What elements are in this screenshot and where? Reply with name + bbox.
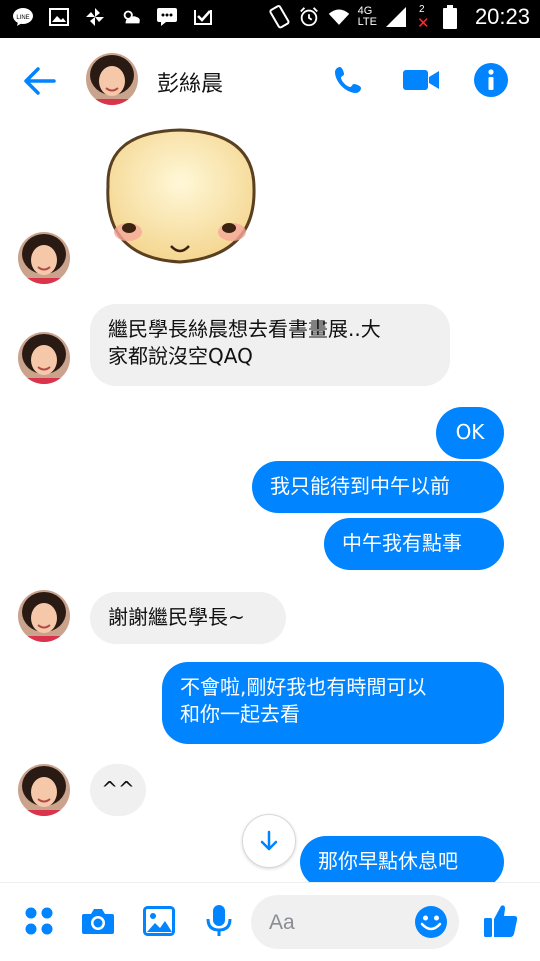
svg-text:LINE: LINE: [16, 15, 29, 21]
sender-avatar[interactable]: [18, 332, 70, 384]
outgoing-message[interactable]: 中午我有點事: [324, 518, 504, 570]
message-line: 和你一起去看: [180, 702, 300, 726]
contact-name[interactable]: 彭絲晨: [157, 66, 223, 98]
weather-icon: [120, 6, 142, 28]
incoming-message[interactable]: 繼民學長絲晨想去看書畫展..大 家都說沒空QAQ: [90, 304, 450, 386]
voice-call-icon[interactable]: [328, 60, 368, 100]
incoming-message[interactable]: ^^: [90, 764, 146, 816]
contact-avatar[interactable]: [86, 53, 138, 105]
alarm-icon: [298, 6, 320, 28]
info-icon[interactable]: [471, 60, 511, 100]
network-type: 4G LTE: [358, 6, 377, 28]
incoming-message[interactable]: 謝謝繼民學長~: [90, 592, 286, 644]
message-list[interactable]: 繼民學長絲晨想去看書畫展..大 家都說沒空QAQ OK 我只能待到中午以前 中午…: [0, 124, 540, 882]
message-composer: [0, 882, 540, 961]
outgoing-message[interactable]: 我只能待到中午以前: [252, 461, 504, 513]
camera-icon[interactable]: [78, 901, 118, 941]
sender-avatar[interactable]: [18, 232, 70, 284]
outgoing-message[interactable]: 那你早點休息吧: [300, 836, 504, 882]
battery-icon: [439, 5, 461, 29]
sim-notification: 2 ✕: [415, 4, 431, 32]
vibrate-icon: [268, 5, 290, 29]
message-input-wrapper[interactable]: [251, 895, 459, 949]
back-arrow-icon[interactable]: [20, 61, 60, 101]
outgoing-message[interactable]: OK: [436, 407, 504, 459]
clock: 20:23: [474, 4, 530, 29]
message-input[interactable]: [267, 907, 421, 939]
outgoing-message[interactable]: 不會啦,剛好我也有時間可以 和你一起去看: [162, 662, 504, 744]
gallery-icon: [48, 6, 70, 28]
wifi-icon: [328, 6, 350, 28]
status-bar: LINE 4G LTE 2 ✕ 20:23: [0, 0, 540, 38]
signal-icon: [385, 6, 407, 28]
message-line: 繼民學長絲晨想去看書畫展..大: [108, 317, 381, 341]
sticker-message[interactable]: [96, 124, 264, 272]
sender-avatar[interactable]: [18, 764, 70, 816]
check-icon: [192, 6, 214, 28]
scroll-to-bottom-button[interactable]: [242, 814, 296, 868]
conversation-header: 彭絲晨: [0, 38, 540, 124]
message-line: 家都說沒空QAQ: [108, 344, 253, 368]
network-sub-label: LTE: [357, 16, 377, 28]
chat-icon: [156, 6, 178, 28]
message-line: 不會啦,剛好我也有時間可以: [180, 675, 427, 699]
pinwheel-icon: [84, 6, 106, 28]
more-apps-icon[interactable]: [19, 901, 59, 941]
line-app-icon: LINE: [12, 6, 34, 28]
sender-avatar[interactable]: [18, 590, 70, 642]
arrow-down-icon: [260, 830, 278, 851]
emoji-icon[interactable]: [413, 904, 449, 940]
no-sim-icon: ✕: [416, 14, 430, 32]
video-call-icon[interactable]: [401, 60, 441, 100]
microphone-icon[interactable]: [199, 901, 239, 941]
gallery-icon[interactable]: [139, 901, 179, 941]
thumbs-up-icon[interactable]: [481, 901, 521, 941]
